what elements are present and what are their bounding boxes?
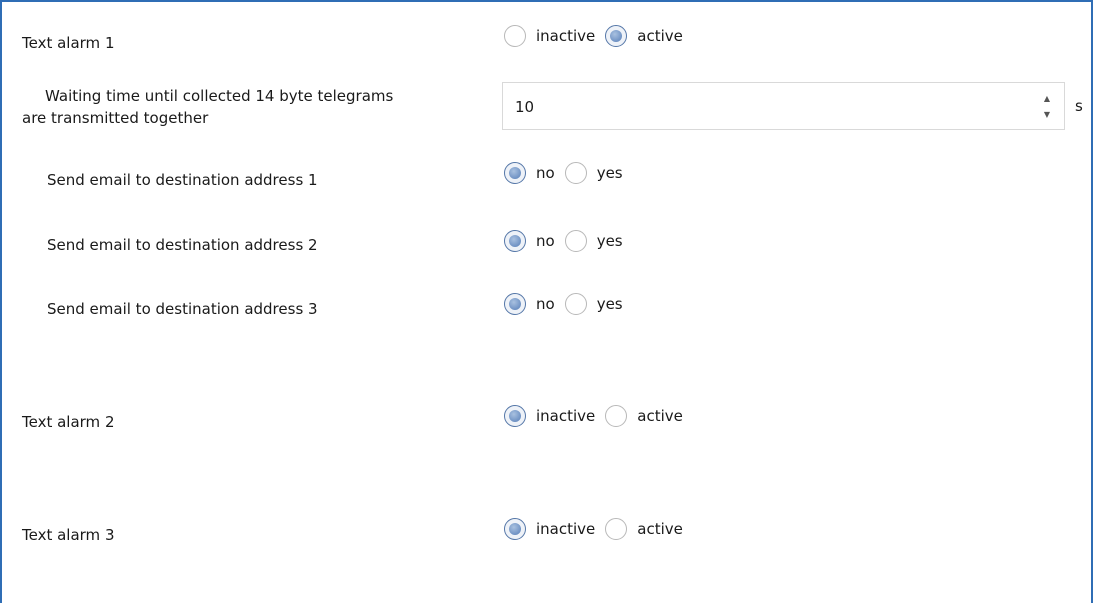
text-alarm-3-option-active[interactable]: active (605, 518, 683, 540)
text-alarm-3-label: Text alarm 3 (22, 526, 115, 544)
waiting-time-label-line2: are transmitted together (22, 109, 209, 127)
option-label: inactive (536, 520, 596, 538)
radio-button-icon[interactable] (564, 162, 587, 184)
text-alarm-2-radio-group: inactive active (504, 404, 693, 428)
text-alarm-1-option-active[interactable]: active (605, 25, 683, 47)
radio-button-icon[interactable] (605, 405, 628, 427)
text-alarm-2-option-inactive[interactable]: inactive (504, 405, 595, 427)
email-2-option-no[interactable]: no (504, 230, 555, 252)
waiting-time-value[interactable]: 10 (515, 97, 534, 117)
option-label: inactive (536, 407, 596, 425)
text-alarm-3-radio-group: inactive active (504, 517, 693, 541)
waiting-time-spinner: ▲ ▼ (1042, 92, 1052, 122)
waiting-time-unit: s (1075, 97, 1083, 115)
option-label: yes (596, 164, 623, 182)
text-alarm-1-label: Text alarm 1 (22, 34, 115, 52)
option-label: yes (596, 232, 623, 250)
email-1-option-yes[interactable]: yes (564, 162, 623, 184)
radio-button-checked-icon[interactable] (504, 405, 526, 427)
email-2-option-yes[interactable]: yes (564, 230, 623, 252)
email-1-option-no[interactable]: no (504, 162, 555, 184)
email-2-label: Send email to destination address 2 (47, 236, 318, 254)
radio-button-icon[interactable] (564, 293, 587, 315)
waiting-time-label-line1: Waiting time until collected 14 byte tel… (45, 87, 394, 105)
option-label: active (637, 407, 683, 425)
email-1-radio-group: no yes (504, 161, 633, 185)
option-label: inactive (536, 27, 596, 45)
radio-button-checked-icon[interactable] (504, 230, 526, 252)
email-3-label: Send email to destination address 3 (47, 300, 318, 318)
text-alarm-1-radio-group: inactive active (504, 24, 693, 48)
radio-button-checked-icon[interactable] (504, 518, 526, 540)
radio-button-checked-icon[interactable] (605, 25, 628, 47)
radio-button-checked-icon[interactable] (504, 162, 526, 184)
text-alarm-3-option-inactive[interactable]: inactive (504, 518, 595, 540)
text-alarm-1-option-inactive[interactable]: inactive (504, 25, 595, 47)
option-label: no (536, 295, 555, 313)
option-label: no (536, 164, 555, 182)
radio-button-icon[interactable] (605, 518, 628, 540)
option-label: active (637, 520, 683, 538)
option-label: active (637, 27, 683, 45)
spin-up-icon[interactable]: ▲ (1042, 92, 1052, 104)
email-1-label: Send email to destination address 1 (47, 171, 318, 189)
option-label: yes (596, 295, 623, 313)
email-3-radio-group: no yes (504, 292, 633, 316)
radio-button-checked-icon[interactable] (504, 293, 526, 315)
option-label: no (536, 232, 555, 250)
spin-down-icon[interactable]: ▼ (1042, 108, 1052, 120)
radio-button-icon[interactable] (504, 25, 526, 47)
email-3-option-no[interactable]: no (504, 293, 555, 315)
text-alarm-2-label: Text alarm 2 (22, 413, 115, 431)
waiting-time-number-input[interactable]: 10 ▲ ▼ (502, 82, 1065, 130)
email-3-option-yes[interactable]: yes (564, 293, 623, 315)
text-alarm-2-option-active[interactable]: active (605, 405, 683, 427)
radio-button-icon[interactable] (564, 230, 587, 252)
email-2-radio-group: no yes (504, 229, 633, 253)
